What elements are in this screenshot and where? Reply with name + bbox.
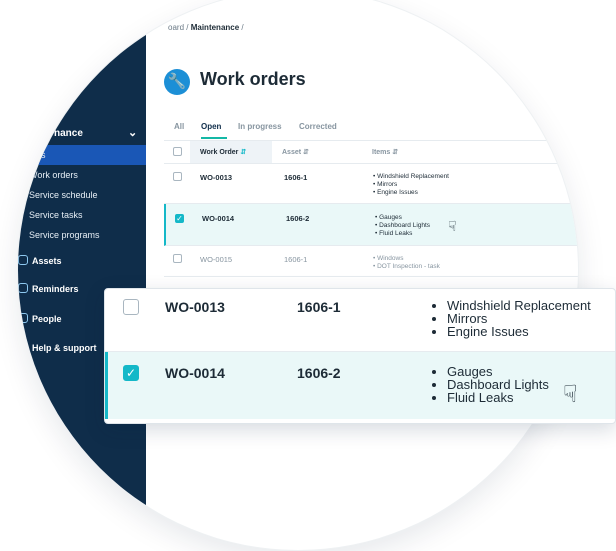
row-asset: 1606-1 xyxy=(284,255,308,264)
breadcrumb-separator: / xyxy=(241,23,244,32)
col-label: Work Order xyxy=(200,149,239,156)
row-checkbox-checked[interactable]: ✓ xyxy=(175,214,184,223)
sidebar-item-projects[interactable]: ects xyxy=(18,145,146,165)
table-row[interactable]: WO-0013 1606-1 • Windshield Replacement … xyxy=(164,163,578,204)
sidebar-item-service-schedule[interactable]: Service schedule xyxy=(18,185,146,205)
row-asset: 1606-2 xyxy=(297,365,341,381)
sidebar-item-label: Assets xyxy=(32,256,62,266)
breadcrumb-dashboard[interactable]: oard xyxy=(168,23,184,32)
row-checkbox-checked[interactable]: ✓ xyxy=(123,365,139,381)
sort-icon: ⇵ xyxy=(303,149,309,156)
tab-in-progress[interactable]: In progress xyxy=(238,122,282,131)
row-work-order[interactable]: WO-0014 xyxy=(165,365,225,381)
row-items: • Gauges • Dashboard Lights • Fluid Leak… xyxy=(375,214,431,237)
col-asset[interactable]: Asset ⇵ xyxy=(282,148,309,156)
item: Fluid Leaks xyxy=(447,391,549,404)
app-window-circle: nance ⌄ ects Work orders Service schedul… xyxy=(18,0,578,550)
col-label: Items xyxy=(372,149,391,156)
active-tab-indicator xyxy=(201,137,227,139)
row-work-order[interactable]: WO-0014 xyxy=(202,214,234,223)
row-checkbox[interactable] xyxy=(173,254,182,263)
sidebar-item-service-tasks[interactable]: Service tasks xyxy=(18,205,146,225)
col-items[interactable]: Items ⇵ xyxy=(372,148,398,156)
person-icon xyxy=(18,313,28,323)
breadcrumb-separator: / xyxy=(186,23,189,32)
sidebar-item-assets[interactable]: Assets xyxy=(18,252,146,272)
bell-icon xyxy=(18,283,28,293)
item: Engine Issues xyxy=(447,325,591,338)
sidebar-item-work-orders[interactable]: Work orders xyxy=(18,165,146,185)
table-row-selected[interactable]: ✓ WO-0014 1606-2 • Gauges • Dashboard Li… xyxy=(164,204,578,246)
sidebar-item-label: Reminders xyxy=(32,284,79,294)
row-work-order[interactable]: WO-0013 xyxy=(165,299,225,315)
tab-open[interactable]: Open xyxy=(201,122,221,131)
table-header: Work Order ⇵ Asset ⇵ Items ⇵ xyxy=(164,140,578,164)
zoomed-rows-callout: WO-0013 1606-1 Windshield Replacement Mi… xyxy=(104,288,616,424)
select-all-checkbox[interactable] xyxy=(173,147,182,156)
sidebar-item-label: People xyxy=(32,314,62,324)
row-work-order[interactable]: WO-0015 xyxy=(200,255,232,264)
page-title: Work orders xyxy=(200,69,306,89)
table-row[interactable]: WO-0015 1606-1 • Windows • DOT Inspectio… xyxy=(164,246,578,277)
help-icon xyxy=(18,342,28,352)
sidebar: nance ⌄ ects Work orders Service schedul… xyxy=(18,0,146,550)
breadcrumb-current[interactable]: Maintenance xyxy=(191,23,239,32)
hand-cursor-icon: ☟ xyxy=(448,218,457,234)
sort-icon: ⇵ xyxy=(392,149,399,156)
wrench-icon: 🔧 xyxy=(164,69,190,95)
row-checkbox[interactable] xyxy=(123,299,139,315)
breadcrumb: oard / Maintenance / xyxy=(168,23,244,32)
col-label: Asset xyxy=(282,149,302,156)
row-asset: 1606-1 xyxy=(284,173,308,182)
hand-cursor-icon: ☟ xyxy=(563,381,578,408)
sidebar-item-label: Service programs xyxy=(29,230,100,240)
sidebar-item-label: Help & support xyxy=(32,343,97,353)
row-items: Windshield Replacement Mirrors Engine Is… xyxy=(433,299,591,338)
tab-corrected[interactable]: Corrected xyxy=(299,122,337,131)
sidebar-group-maintenance[interactable]: nance ⌄ xyxy=(18,124,146,146)
col-work-order[interactable]: Work Order ⇵ xyxy=(200,148,246,156)
sidebar-item-label: Service schedule xyxy=(29,190,98,200)
row-items: Gauges Dashboard Lights Fluid Leaks xyxy=(433,365,549,404)
chevron-down-icon: ⌄ xyxy=(128,127,138,139)
sidebar-group-label: nance xyxy=(54,128,83,139)
row-items: • Windows • DOT Inspection - task xyxy=(373,255,440,270)
sidebar-item-label: Service tasks xyxy=(29,210,83,220)
sidebar-item-service-programs[interactable]: Service programs xyxy=(18,225,146,245)
sort-icon: ⇵ xyxy=(240,149,247,156)
truck-icon xyxy=(18,255,28,265)
row-work-order[interactable]: WO-0013 xyxy=(200,173,232,182)
sidebar-item-label: Work orders xyxy=(29,170,78,180)
sidebar-item-label: ects xyxy=(29,150,46,160)
row-asset: 1606-2 xyxy=(286,214,310,223)
row-asset: 1606-1 xyxy=(297,299,341,315)
tab-all[interactable]: All xyxy=(174,122,184,131)
row-items: • Windshield Replacement • Mirrors • Eng… xyxy=(373,173,449,196)
table-row-selected[interactable]: ✓ WO-0014 1606-2 Gauges Dashboard Lights… xyxy=(105,352,615,419)
row-checkbox[interactable] xyxy=(173,172,182,181)
table-row[interactable]: WO-0013 1606-1 Windshield Replacement Mi… xyxy=(105,289,615,351)
